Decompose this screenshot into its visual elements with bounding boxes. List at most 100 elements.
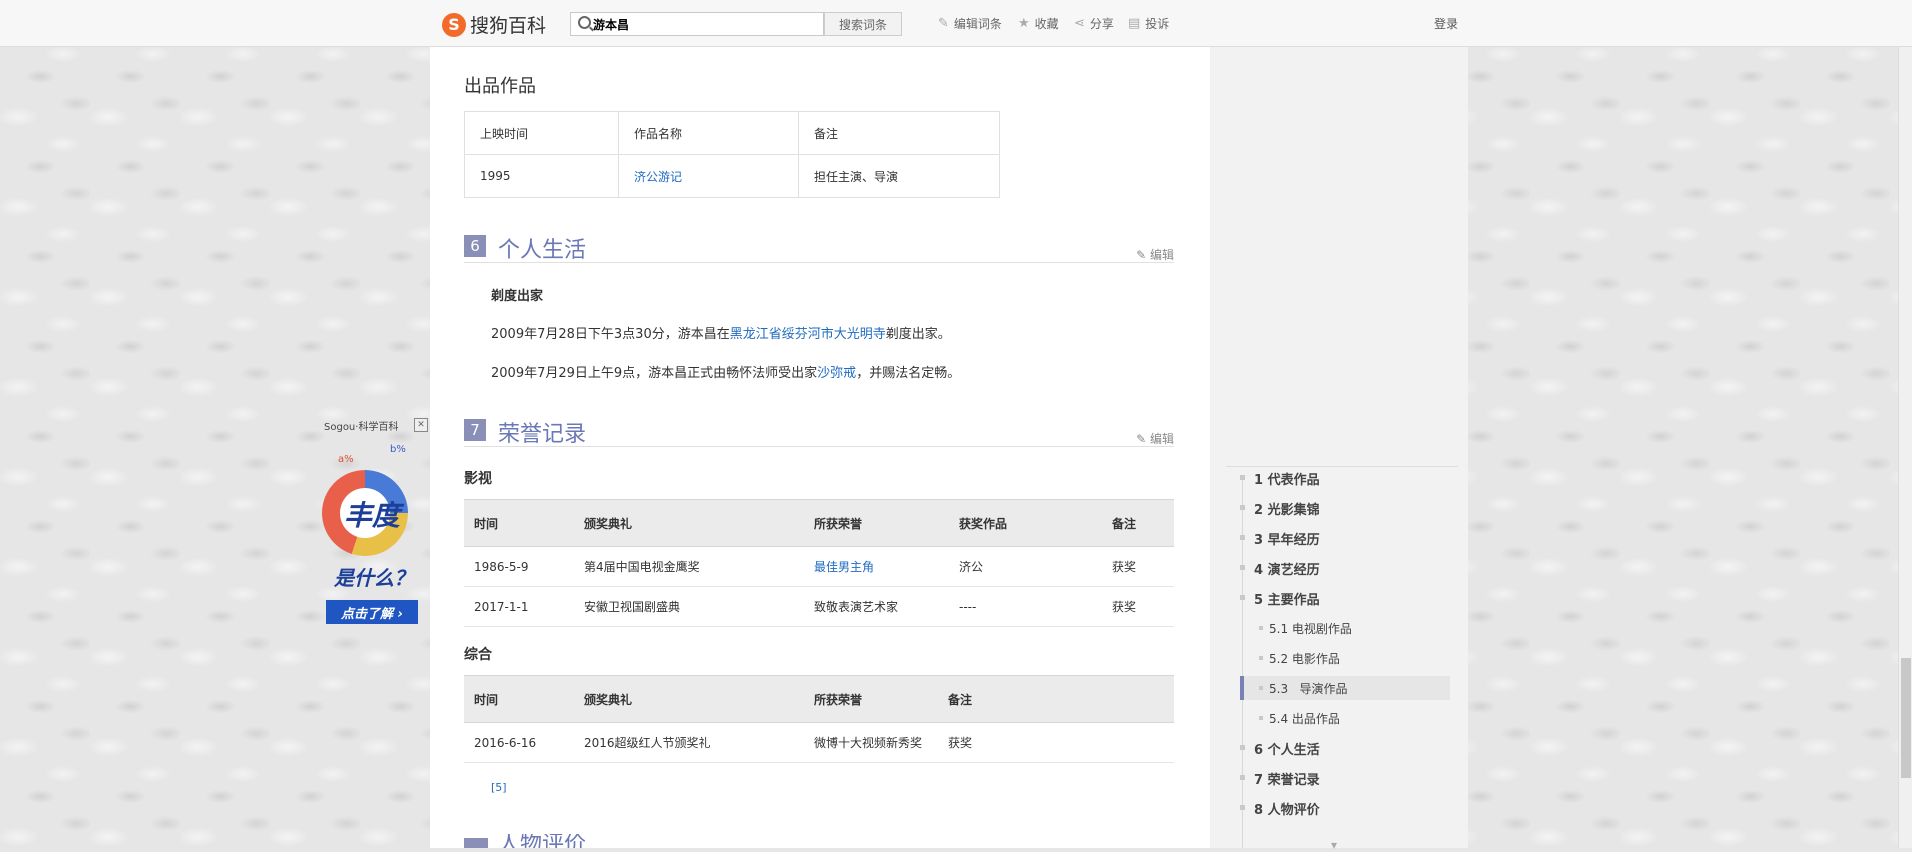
table-header-row: 上映时间 作品名称 备注 bbox=[464, 111, 1000, 155]
favorite-button[interactable]: ★ 收藏 bbox=[1018, 15, 1059, 32]
section-personal-life: 6 个人生活 ✎ 编辑 bbox=[464, 232, 1174, 263]
ad-learn-more-button[interactable]: 点击了解 › bbox=[326, 600, 418, 624]
report-label: 投诉 bbox=[1145, 17, 1170, 31]
section-title: 个人生活 bbox=[498, 238, 587, 263]
toc-dot-icon bbox=[1240, 565, 1245, 570]
column-header: 作品名称 bbox=[618, 111, 799, 155]
toc-item-7[interactable]: 7 荣誉记录 bbox=[1240, 766, 1450, 790]
toc-label: 5.4 出品作品 bbox=[1269, 712, 1340, 726]
share-icon: ⋖ bbox=[1074, 16, 1085, 31]
section-edit-button[interactable]: ✎ 编辑 bbox=[1136, 246, 1174, 263]
table-cell: 致敬表演艺术家 bbox=[814, 600, 899, 614]
edit-entry-label: 编辑词条 bbox=[953, 17, 1002, 31]
table-cell: 第4届中国电视金鹰奖 bbox=[584, 560, 700, 574]
table-cell-title: 济公游记 bbox=[618, 154, 799, 198]
sogou-baike-logo[interactable]: S 搜狗百科 bbox=[442, 11, 546, 38]
toc-item-5-1[interactable]: 5.1 电视剧作品 bbox=[1240, 616, 1450, 640]
toc-item-5-4[interactable]: 5.4 出品作品 bbox=[1240, 706, 1450, 730]
login-link[interactable]: 登录 bbox=[1434, 15, 1458, 32]
toc-item-3[interactable]: 3 早年经历 bbox=[1240, 526, 1450, 550]
close-icon[interactable]: ✕ bbox=[414, 418, 428, 432]
toc-label: 5.3 导演作品 bbox=[1269, 682, 1348, 696]
share-label: 分享 bbox=[1089, 17, 1114, 31]
subheading-ordination: 剃度出家 bbox=[491, 289, 544, 304]
section-edit-button[interactable]: ✎ 编辑 bbox=[1136, 430, 1174, 447]
subheading-film-tv: 影视 bbox=[464, 471, 492, 487]
toc-item-1[interactable]: 1 代表作品 bbox=[1240, 466, 1450, 490]
toc-item-6[interactable]: 6 个人生活 bbox=[1240, 736, 1450, 760]
star-icon: ★ bbox=[1018, 16, 1030, 31]
table-row: 1995 济公游记 担任主演、导演 bbox=[464, 154, 1000, 198]
column-header: 颁奖典礼 bbox=[584, 516, 633, 531]
toc-item-8[interactable]: 8 人物评价 bbox=[1240, 796, 1450, 820]
logo-text: 搜狗百科 bbox=[470, 15, 547, 37]
paragraph-text: 2009年7月29日上午9点，游本昌正式由畅怀法师受出家 bbox=[491, 366, 818, 381]
toc-dot-icon bbox=[1259, 626, 1263, 630]
page-scrollbar[interactable] bbox=[1898, 46, 1912, 848]
toc-dot-icon bbox=[1240, 505, 1245, 510]
edit-label: 编辑 bbox=[1149, 432, 1174, 446]
precepts-link[interactable]: 沙弥戒 bbox=[817, 366, 856, 381]
table-cell: 安徽卫视国剧盛典 bbox=[584, 600, 681, 614]
report-button[interactable]: ▤ 投诉 bbox=[1128, 15, 1169, 32]
paragraph-text: 剃度出家。 bbox=[885, 327, 951, 342]
toc-dot-icon bbox=[1259, 656, 1263, 660]
pencil-icon: ✎ bbox=[938, 16, 949, 31]
section-title: 荣誉记录 bbox=[498, 422, 587, 447]
temple-link[interactable]: 黑龙江省绥芬河市大光明寺 bbox=[730, 327, 886, 342]
science-ad-banner[interactable]: Sogou·科学百科 ✕ a% b% 丰度 是什么？ 点击了解 › bbox=[320, 414, 428, 632]
table-cell-note: 担任主演、导演 bbox=[798, 154, 1000, 198]
section-number bbox=[464, 838, 488, 848]
toc-dot-icon bbox=[1240, 805, 1245, 810]
honors-general-table: 时间 颁奖典礼 所获荣誉 备注 2016-6-16 2016超级红人节颁奖礼 微… bbox=[464, 675, 1174, 763]
honors-film-tv-table: 时间 颁奖典礼 所获荣誉 获奖作品 备注 1986-5-9 第4届中国电视金鹰奖… bbox=[464, 499, 1174, 627]
toc-item-2[interactable]: 2 光影集锦 bbox=[1240, 496, 1450, 520]
toc-item-5-2[interactable]: 5.2 电影作品 bbox=[1240, 646, 1450, 670]
ad-label-b: b% bbox=[390, 444, 406, 455]
column-header: 备注 bbox=[798, 111, 1000, 155]
table-cell: 微博十大视频新秀奖 bbox=[814, 736, 923, 750]
section-number: 7 bbox=[464, 419, 486, 441]
column-header: 所获荣誉 bbox=[814, 516, 863, 531]
ad-brand: Sogou·科学百科 bbox=[324, 422, 399, 433]
column-header: 备注 bbox=[1112, 516, 1137, 531]
paragraph-text: ，并赐法名定畅。 bbox=[856, 366, 961, 381]
toc-dot-icon bbox=[1240, 535, 1245, 540]
toc-label: 5.1 电视剧作品 bbox=[1269, 622, 1352, 636]
favorite-label: 收藏 bbox=[1034, 17, 1059, 31]
column-header: 获奖作品 bbox=[959, 516, 1008, 531]
toc-item-5-3[interactable]: 5.3 导演作品 bbox=[1240, 676, 1450, 700]
toc-item-4[interactable]: 4 演艺经历 bbox=[1240, 556, 1450, 580]
toc-dot-icon bbox=[1240, 745, 1245, 750]
paragraph: 2009年7月28日下午3点30分，游本昌在黑龙江省绥芬河市大光明寺剃度出家。 bbox=[491, 323, 951, 342]
table-cell: 获奖 bbox=[1112, 560, 1137, 574]
award-link[interactable]: 最佳男主角 bbox=[814, 547, 874, 586]
citation-link[interactable]: [5] bbox=[491, 781, 507, 794]
chevron-down-icon[interactable]: ▾ bbox=[1331, 838, 1337, 852]
edit-label: 编辑 bbox=[1149, 248, 1174, 262]
toc-dot-icon bbox=[1240, 775, 1245, 780]
search-entry-button[interactable]: 搜索词条 bbox=[824, 12, 902, 36]
search-icon bbox=[578, 16, 591, 29]
toc-dot-icon bbox=[1259, 686, 1263, 690]
ad-label-a: a% bbox=[338, 454, 354, 465]
edit-entry-button[interactable]: ✎ 编辑词条 bbox=[938, 15, 1002, 32]
search-input[interactable] bbox=[593, 13, 818, 35]
work-title-link[interactable]: 济公游记 bbox=[634, 170, 682, 184]
subheading-general: 综合 bbox=[464, 647, 492, 663]
ad-headline: 丰度 bbox=[344, 499, 401, 532]
pencil-icon: ✎ bbox=[1136, 432, 1150, 446]
toc-label: 5.2 电影作品 bbox=[1269, 652, 1340, 666]
table-cell: 2016-6-16 bbox=[474, 735, 537, 750]
column-header: 时间 bbox=[474, 516, 499, 531]
top-nav-bar: S 搜狗百科 搜索词条 ✎ 编辑词条 ★ 收藏 ⋖ 分享 ▤ 投诉 登录 bbox=[0, 0, 1912, 47]
scrollbar-thumb[interactable] bbox=[1901, 658, 1911, 778]
table-row: 2016-6-16 2016超级红人节颁奖礼 微博十大视频新秀奖 获奖 bbox=[464, 723, 1174, 763]
column-header: 颁奖典礼 bbox=[584, 692, 633, 707]
paragraph-text: 2009年7月28日下午3点30分，游本昌在 bbox=[491, 327, 730, 342]
sogou-logo-icon: S bbox=[442, 12, 466, 37]
share-button[interactable]: ⋖ 分享 bbox=[1074, 15, 1114, 32]
table-row: 2017-1-1 安徽卫视国剧盛典 致敬表演艺术家 ---- 获奖 bbox=[464, 587, 1174, 627]
table-row: 1986-5-9 第4届中国电视金鹰奖 最佳男主角 济公 获奖 bbox=[464, 547, 1174, 587]
toc-item-5[interactable]: 5 主要作品 bbox=[1240, 586, 1450, 610]
